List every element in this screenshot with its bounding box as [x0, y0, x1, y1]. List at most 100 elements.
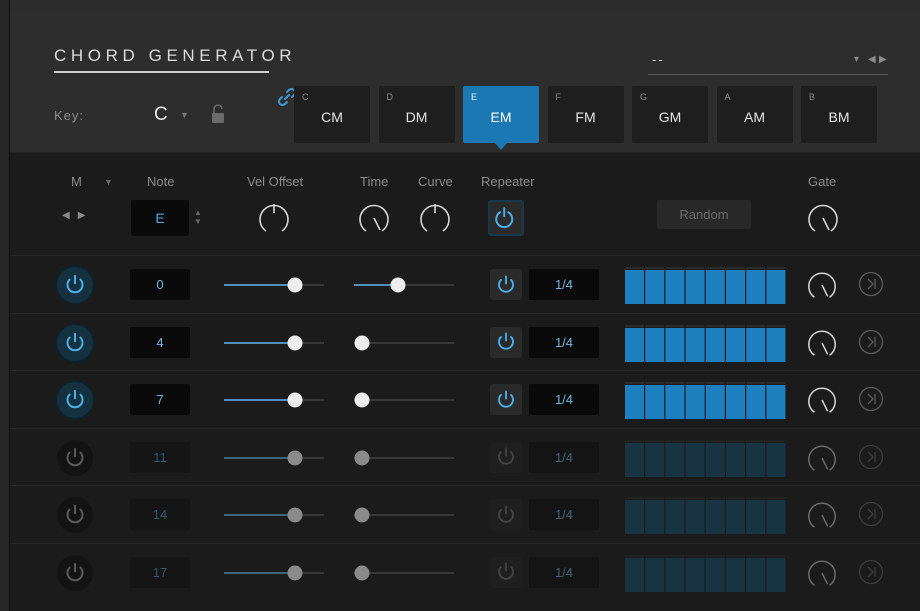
- voice-nav-arrows[interactable]: ◀▶: [62, 210, 93, 221]
- skip-forward-icon[interactable]: [858, 386, 884, 412]
- preset-selector[interactable]: -- ▾ ◀ ▶: [648, 52, 888, 75]
- unlock-icon[interactable]: [211, 104, 225, 124]
- vel-offset-knob[interactable]: [256, 200, 292, 236]
- gate-knob[interactable]: [805, 383, 839, 417]
- gate-master-knob[interactable]: [805, 200, 841, 236]
- window-top-strip: [10, 0, 920, 10]
- random-button[interactable]: Random: [657, 200, 751, 229]
- gate-knob[interactable]: [805, 326, 839, 360]
- step-cell: [645, 557, 665, 592]
- repeater-rate[interactable]: 1/4: [529, 326, 599, 358]
- key-value[interactable]: C: [154, 104, 168, 126]
- voice-note-offset[interactable]: 7: [130, 384, 190, 415]
- vel-offset-slider[interactable]: [224, 276, 324, 294]
- key-label: Key:: [54, 108, 85, 123]
- chord-button-em[interactable]: E EM: [463, 86, 539, 150]
- repeater-master-toggle[interactable]: [488, 200, 524, 236]
- chord-button-am[interactable]: A AM: [716, 86, 793, 143]
- voice-note-offset[interactable]: 0: [130, 269, 190, 300]
- step-cell: [685, 442, 705, 477]
- time-slider[interactable]: [354, 276, 454, 294]
- repeater-rate[interactable]: 1/4: [529, 441, 599, 473]
- voice-power-toggle[interactable]: [57, 439, 93, 476]
- vel-offset-slider[interactable]: [224, 391, 324, 409]
- voice-note-offset[interactable]: 17: [130, 556, 190, 588]
- root-note-stepper-icon[interactable]: ▲ ▼: [194, 208, 202, 226]
- skip-forward-icon[interactable]: [858, 444, 884, 470]
- vel-offset-column-label: Vel Offset: [247, 174, 304, 189]
- repeater-toggle[interactable]: [490, 441, 522, 473]
- step-sequencer[interactable]: [624, 554, 786, 592]
- skip-forward-icon[interactable]: [858, 271, 884, 297]
- repeater-toggle[interactable]: [490, 499, 522, 530]
- chord-button-bm[interactable]: B BM: [801, 86, 877, 143]
- step-cell: [746, 270, 766, 304]
- time-slider[interactable]: [354, 449, 454, 467]
- repeater-toggle[interactable]: [490, 556, 522, 588]
- step-cell: [685, 270, 705, 304]
- step-cell: [645, 442, 665, 477]
- gate-knob[interactable]: [805, 441, 839, 475]
- preset-prev-icon[interactable]: ◀: [868, 54, 876, 65]
- step-sequencer[interactable]: [624, 439, 786, 477]
- time-slider[interactable]: [354, 564, 454, 582]
- repeater-toggle[interactable]: [490, 269, 522, 300]
- voice-power-toggle[interactable]: [57, 324, 93, 361]
- note-column-label: Note: [147, 174, 175, 189]
- time-slider[interactable]: [354, 334, 454, 352]
- step-cell: [766, 557, 786, 592]
- repeater-rate[interactable]: 1/4: [529, 269, 599, 300]
- chord-root-note: G: [640, 92, 648, 102]
- repeater-toggle[interactable]: [490, 326, 522, 358]
- step-sequencer[interactable]: [624, 267, 786, 304]
- voice-power-toggle[interactable]: [57, 267, 93, 303]
- repeater-toggle[interactable]: [490, 384, 522, 415]
- mode-label[interactable]: M: [71, 174, 82, 189]
- vel-offset-slider[interactable]: [224, 506, 324, 524]
- repeater-rate[interactable]: 1/4: [529, 556, 599, 588]
- mode-dropdown-icon[interactable]: ▼: [104, 177, 113, 187]
- vel-offset-slider[interactable]: [224, 449, 324, 467]
- voice-power-toggle[interactable]: [57, 382, 93, 418]
- step-sequencer[interactable]: [624, 497, 786, 534]
- repeater-rate[interactable]: 1/4: [529, 499, 599, 530]
- step-cell: [625, 327, 644, 362]
- root-note-display[interactable]: E: [131, 200, 189, 236]
- voice-power-toggle[interactable]: [57, 554, 93, 591]
- step-sequencer[interactable]: [624, 324, 786, 362]
- step-cell: [665, 442, 685, 477]
- voice-power-toggle[interactable]: [57, 497, 93, 533]
- preset-dropdown-icon[interactable]: ▾: [854, 54, 859, 65]
- power-icon: [66, 332, 84, 351]
- chord-name: EM: [490, 109, 512, 125]
- skip-forward-icon[interactable]: [858, 329, 884, 355]
- vel-offset-slider[interactable]: [224, 334, 324, 352]
- power-icon: [498, 505, 514, 523]
- key-dropdown-icon[interactable]: ▼: [180, 110, 189, 120]
- time-slider[interactable]: [354, 506, 454, 524]
- time-knob[interactable]: [356, 200, 392, 236]
- skip-forward-icon[interactable]: [858, 559, 884, 585]
- step-cell: [625, 500, 644, 534]
- preset-next-icon[interactable]: ▶: [879, 54, 887, 65]
- chord-button-fm[interactable]: F FM: [547, 86, 624, 143]
- chord-button-dm[interactable]: D DM: [378, 86, 455, 143]
- time-slider[interactable]: [354, 391, 454, 409]
- curve-knob[interactable]: [417, 200, 453, 236]
- voice-note-offset[interactable]: 4: [130, 326, 190, 358]
- chord-button-gm[interactable]: G GM: [632, 86, 708, 143]
- voice-note-offset[interactable]: 11: [130, 441, 190, 473]
- vel-offset-slider[interactable]: [224, 564, 324, 582]
- step-cell: [645, 270, 665, 304]
- step-sequencer[interactable]: [624, 382, 786, 419]
- step-cell: [726, 327, 745, 362]
- chord-button-cm[interactable]: C CM: [294, 86, 370, 143]
- voice-note-offset[interactable]: 14: [130, 499, 190, 530]
- skip-forward-icon[interactable]: [858, 501, 884, 527]
- power-icon: [66, 562, 84, 581]
- preset-value: --: [652, 52, 665, 67]
- repeater-rate[interactable]: 1/4: [529, 384, 599, 415]
- gate-knob[interactable]: [805, 498, 839, 532]
- gate-knob[interactable]: [805, 268, 839, 302]
- gate-knob[interactable]: [805, 556, 839, 590]
